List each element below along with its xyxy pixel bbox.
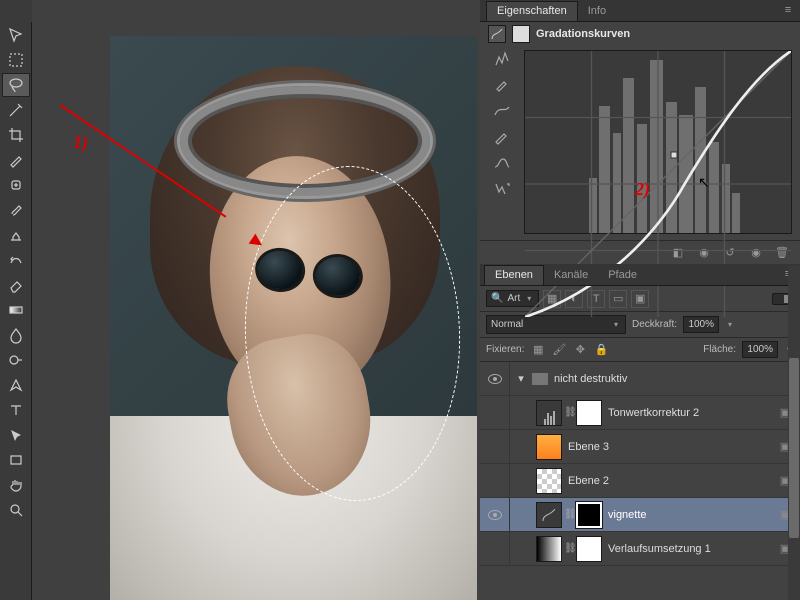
layer-mask-thumbnail[interactable]: [576, 400, 602, 426]
lock-row: Fixieren: ▦ 🖌 ✥ 🔒 Fläche: 100% ▾: [480, 338, 800, 362]
type-tool[interactable]: [2, 398, 30, 422]
mouse-cursor-icon: ↖: [698, 174, 710, 191]
curves-adjustment-icon: [536, 502, 562, 528]
visibility-toggle[interactable]: [480, 464, 510, 497]
healing-brush-tool[interactable]: [2, 173, 30, 197]
layer-row[interactable]: Ebene 2 ▣: [480, 464, 800, 498]
annotation-label-2: 2): [635, 179, 650, 200]
gradient-map-icon: [536, 536, 562, 562]
tab-properties[interactable]: Eigenschaften: [486, 1, 578, 21]
curves-target-adjust-icon[interactable]: [491, 50, 513, 68]
opacity-dropdown-icon[interactable]: ▾: [725, 320, 735, 329]
tab-paths[interactable]: Pfade: [598, 266, 647, 285]
annotation-label-1: 1): [73, 132, 88, 153]
brush-tool[interactable]: [2, 198, 30, 222]
lock-pixels-icon[interactable]: 🖌: [551, 343, 567, 357]
visibility-toggle[interactable]: [480, 396, 510, 429]
blur-tool[interactable]: [2, 323, 30, 347]
layer-row-selected[interactable]: ⛓ vignette ▣: [480, 498, 800, 532]
layer-mask-icon: [512, 25, 530, 43]
magic-wand-tool[interactable]: [2, 98, 30, 122]
scrollbar-thumb[interactable]: [789, 358, 799, 538]
curves-tool-column: [488, 50, 516, 236]
fill-label: Fläche:: [703, 344, 736, 355]
crop-tool[interactable]: [2, 123, 30, 147]
layers-list[interactable]: ▾ nicht destruktiv ⛓ Tonwertkorrektur 2 …: [480, 362, 800, 600]
curves-edit-points-icon[interactable]: [491, 154, 513, 172]
link-icon[interactable]: ⛓: [564, 509, 574, 520]
fill-input[interactable]: 100%: [742, 341, 778, 358]
history-brush-tool[interactable]: [2, 248, 30, 272]
layer-name[interactable]: Ebene 3: [568, 441, 770, 453]
visibility-toggle[interactable]: [480, 532, 510, 565]
tool-palette: [0, 0, 32, 600]
tab-layers[interactable]: Ebenen: [484, 265, 544, 285]
layer-name[interactable]: Verlaufsumsetzung 1: [608, 543, 770, 555]
canvas-area[interactable]: 1): [32, 0, 480, 600]
blend-mode-select[interactable]: Normal▾: [486, 315, 626, 334]
lock-all-icon[interactable]: 🔒: [593, 343, 609, 357]
marquee-tool[interactable]: [2, 48, 30, 72]
curves-eyedropper-icon[interactable]: [491, 76, 513, 94]
properties-header: Gradationskurven: [480, 22, 800, 46]
layer-thumbnail[interactable]: [536, 434, 562, 460]
link-icon[interactable]: ⛓: [564, 543, 574, 554]
layer-row[interactable]: Ebene 3 ▣: [480, 430, 800, 464]
dodge-tool[interactable]: [2, 348, 30, 372]
layer-group-row[interactable]: ▾ nicht destruktiv: [480, 362, 800, 396]
path-selection-tool[interactable]: [2, 423, 30, 447]
visibility-toggle[interactable]: [480, 362, 510, 395]
curves-smooth-icon[interactable]: [491, 102, 513, 120]
layer-name[interactable]: vignette: [608, 509, 770, 521]
layers-tab-row: Ebenen Kanäle Pfade ≡: [480, 264, 800, 286]
visibility-toggle[interactable]: [480, 430, 510, 463]
disclosure-triangle-icon[interactable]: ▾: [516, 372, 526, 385]
curve-control-point[interactable]: [670, 151, 677, 158]
panel-scrollbar[interactable]: [788, 266, 800, 600]
layer-name[interactable]: Tonwertkorrektur 2: [608, 407, 770, 419]
curves-pencil-icon[interactable]: [491, 128, 513, 146]
layer-thumbnail[interactable]: [536, 468, 562, 494]
toolbar-header: [0, 0, 32, 22]
layer-mask-thumbnail[interactable]: [576, 502, 602, 528]
link-icon[interactable]: ⛓: [564, 407, 574, 418]
curves-graph[interactable]: 2) ↖: [524, 50, 792, 234]
move-tool[interactable]: [2, 23, 30, 47]
properties-title: Gradationskurven: [536, 28, 630, 40]
eye-icon: [488, 374, 502, 384]
layer-name[interactable]: nicht destruktiv: [554, 373, 794, 385]
eye-icon: [488, 510, 502, 520]
tab-info[interactable]: Info: [578, 2, 616, 21]
visibility-toggle[interactable]: [480, 498, 510, 531]
layer-mask-thumbnail[interactable]: [576, 536, 602, 562]
curves-adjustment-icon: [488, 25, 506, 43]
lock-position-icon[interactable]: ✥: [572, 343, 588, 357]
rectangle-tool[interactable]: [2, 448, 30, 472]
gradient-tool[interactable]: [2, 298, 30, 322]
opacity-input[interactable]: 100%: [683, 316, 719, 333]
curves-editor: 2) ↖: [480, 46, 800, 240]
layer-row[interactable]: ⛓ Verlaufsumsetzung 1 ▣: [480, 532, 800, 566]
folder-icon: [532, 373, 548, 385]
properties-tab-row: Eigenschaften Info ≡: [480, 0, 800, 22]
right-panel-group: Eigenschaften Info ≡ Gradationskurven: [480, 0, 800, 600]
layer-row[interactable]: ⛓ Tonwertkorrektur 2 ▣: [480, 396, 800, 430]
layer-name[interactable]: Ebene 2: [568, 475, 770, 487]
document-canvas[interactable]: [110, 36, 477, 586]
curves-auto-icon[interactable]: [491, 180, 513, 198]
hand-tool[interactable]: [2, 473, 30, 497]
zoom-tool[interactable]: [2, 498, 30, 522]
tab-channels[interactable]: Kanäle: [544, 266, 598, 285]
eraser-tool[interactable]: [2, 273, 30, 297]
eyedropper-tool[interactable]: [2, 148, 30, 172]
lock-transparency-icon[interactable]: ▦: [530, 343, 546, 357]
levels-adjustment-icon: [536, 400, 562, 426]
panel-menu-icon[interactable]: ≡: [780, 4, 796, 16]
lasso-tool[interactable]: [2, 73, 30, 97]
lock-label: Fixieren:: [486, 344, 524, 355]
pen-tool[interactable]: [2, 373, 30, 397]
clone-stamp-tool[interactable]: [2, 223, 30, 247]
opacity-label: Deckkraft:: [632, 319, 677, 330]
